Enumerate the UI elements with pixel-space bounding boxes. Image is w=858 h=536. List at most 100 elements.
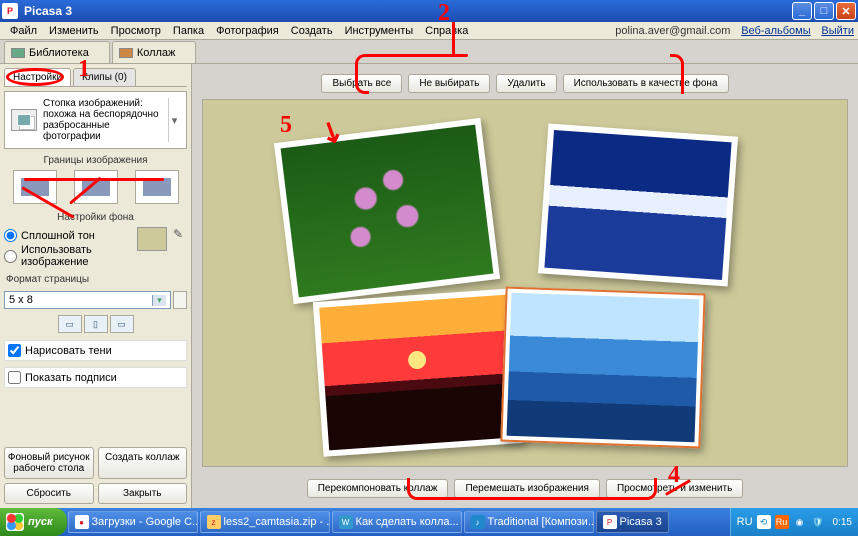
preview-button[interactable]: Просмотреть и изменить — [606, 479, 743, 498]
taskbar-item-4-label: Traditional [Компози... — [488, 516, 594, 528]
photo-sunset[interactable] — [313, 288, 523, 457]
photo-flowers[interactable] — [274, 118, 500, 304]
taskbar-item-3[interactable]: WКак сделать колла... — [332, 511, 462, 533]
tab-library-label: Библиотека — [29, 47, 89, 59]
radio-use-image[interactable]: Использовать изображение — [4, 244, 131, 268]
taskbar-item-2[interactable]: zless2_camtasia.zip - ... — [200, 511, 330, 533]
close-panel-button[interactable]: Закрыть — [98, 483, 188, 504]
chk-shadows-input[interactable] — [8, 344, 21, 357]
menu-create[interactable]: Создать — [285, 23, 339, 39]
style-dropdown-icon[interactable]: ▾ — [168, 98, 180, 142]
picasa-icon: P — [603, 515, 617, 529]
window-title: Picasa 3 — [22, 4, 792, 18]
taskbar-item-5[interactable]: PPicasa 3 — [596, 511, 669, 533]
clock[interactable]: 0:15 — [833, 517, 852, 528]
collage-canvas[interactable] — [202, 99, 848, 467]
start-label: пуск — [28, 516, 53, 528]
shuffle-button[interactable]: Перемешать изображения — [454, 479, 600, 498]
menu-edit[interactable]: Изменить — [43, 23, 105, 39]
minimize-button[interactable]: _ — [792, 2, 812, 20]
view-tabs: Библиотека Коллаж — [0, 40, 858, 64]
menu-bar: Файл Изменить Просмотр Папка Фотография … — [0, 22, 858, 40]
lang-indicator[interactable]: RU — [737, 516, 753, 528]
start-button[interactable]: пуск — [0, 508, 67, 536]
chrome-icon: ● — [75, 515, 89, 529]
taskbar-item-4[interactable]: ♪Traditional [Компози... — [464, 511, 594, 533]
taskbar: пуск ●Загрузки - Google C... zless2_camt… — [0, 508, 858, 536]
subtab-clips[interactable]: Клипы (0) — [73, 68, 136, 86]
menu-tools[interactable]: Инструменты — [339, 23, 420, 39]
taskbar-item-3-label: Как сделать колла... — [356, 516, 459, 528]
radio-image-input[interactable] — [4, 250, 17, 263]
chk-captions-label: Показать подписи — [25, 372, 117, 384]
menu-file[interactable]: Файл — [4, 23, 43, 39]
chk-captions-input[interactable] — [8, 371, 21, 384]
subtab-settings[interactable]: Настройки — [4, 68, 71, 86]
taskbar-item-2-label: less2_camtasia.zip - ... — [224, 516, 330, 528]
style-thumb-icon — [11, 109, 37, 131]
archive-icon: z — [207, 515, 221, 529]
menu-folder[interactable]: Папка — [167, 23, 210, 39]
tray-icon-2[interactable]: Ru — [775, 515, 789, 529]
radio-solid-label: Сплошной тон — [21, 230, 95, 242]
page-extra-button[interactable] — [173, 291, 187, 309]
bg-section-title: Настройки фона — [4, 212, 187, 223]
select-all-button[interactable]: Выбрать все — [321, 74, 402, 93]
music-icon: ♪ — [471, 515, 485, 529]
doc-icon: W — [339, 515, 353, 529]
tray-icon-4[interactable]: 🛡 — [811, 515, 825, 529]
web-albums-link[interactable]: Веб-альбомы — [741, 25, 810, 37]
recompose-button[interactable]: Перекомпоновать коллаж — [307, 479, 449, 498]
taskbar-item-5-label: Picasa 3 — [620, 516, 662, 528]
orientation-extra[interactable]: ▭ — [110, 315, 134, 333]
close-button[interactable]: ✕ — [836, 2, 856, 20]
create-collage-button[interactable]: Создать коллаж — [98, 447, 188, 479]
chevron-down-icon: ▾ — [152, 295, 166, 306]
menu-view[interactable]: Просмотр — [105, 23, 167, 39]
reset-button[interactable]: Сбросить — [4, 483, 94, 504]
bg-color-swatch[interactable] — [137, 227, 167, 251]
radio-image-label: Использовать изображение — [21, 244, 131, 268]
radio-solid-color[interactable]: Сплошной тон — [4, 229, 131, 242]
tray-icon-1[interactable]: ⟲ — [757, 515, 771, 529]
signout-link[interactable]: Выйти — [821, 25, 854, 37]
left-panel: Настройки Клипы (0) Стопка изображений: … — [0, 64, 192, 508]
maximize-button[interactable]: □ — [814, 2, 834, 20]
taskbar-item-1[interactable]: ●Загрузки - Google C... — [68, 511, 198, 533]
delete-button[interactable]: Удалить — [496, 74, 556, 93]
tray-icon-3[interactable]: ◉ — [793, 515, 807, 529]
photo-mountains-selected[interactable] — [500, 287, 705, 449]
border-option-3[interactable] — [135, 170, 179, 204]
orientation-portrait[interactable]: ▯ — [84, 315, 108, 333]
user-email: polina.aver@gmail.com — [615, 25, 730, 37]
checkbox-captions[interactable]: Показать подписи — [4, 367, 187, 388]
wallpaper-button[interactable]: Фоновый рисунок рабочего стола — [4, 447, 94, 479]
orientation-landscape[interactable]: ▭ — [58, 315, 82, 333]
collage-icon — [119, 48, 133, 58]
border-option-2[interactable] — [74, 170, 118, 204]
select-none-button[interactable]: Не выбирать — [408, 74, 490, 93]
collage-style-selector[interactable]: Стопка изображений: похожа на беспорядоч… — [4, 91, 187, 149]
style-description: Стопка изображений: похожа на беспорядоч… — [43, 98, 168, 142]
radio-solid-input[interactable] — [4, 229, 17, 242]
photo-forest[interactable] — [538, 124, 738, 287]
title-bar: P Picasa 3 _ □ ✕ — [0, 0, 858, 22]
page-format-title: Формат страницы — [6, 274, 187, 285]
system-tray: RU ⟲ Ru ◉ 🛡 0:15 — [730, 508, 858, 536]
app-icon: P — [2, 3, 18, 19]
menu-photo[interactable]: Фотография — [210, 23, 285, 39]
border-option-1[interactable] — [13, 170, 57, 204]
use-as-bg-button[interactable]: Использовать в качестве фона — [563, 74, 729, 93]
taskbar-item-1-label: Загрузки - Google C... — [92, 516, 198, 528]
menu-help[interactable]: Справка — [419, 23, 474, 39]
checkbox-shadows[interactable]: Нарисовать тени — [4, 340, 187, 361]
library-icon — [11, 48, 25, 58]
borders-section-title: Границы изображения — [4, 155, 187, 166]
chk-shadows-label: Нарисовать тени — [25, 345, 112, 357]
tab-collage[interactable]: Коллаж — [112, 41, 197, 63]
page-format-select[interactable]: 5 x 8 ▾ — [4, 291, 171, 309]
canvas-area: Выбрать все Не выбирать Удалить Использо… — [192, 64, 858, 508]
tab-collage-label: Коллаж — [137, 47, 176, 59]
eyedropper-icon[interactable] — [173, 227, 187, 241]
tab-library[interactable]: Библиотека — [4, 41, 110, 63]
